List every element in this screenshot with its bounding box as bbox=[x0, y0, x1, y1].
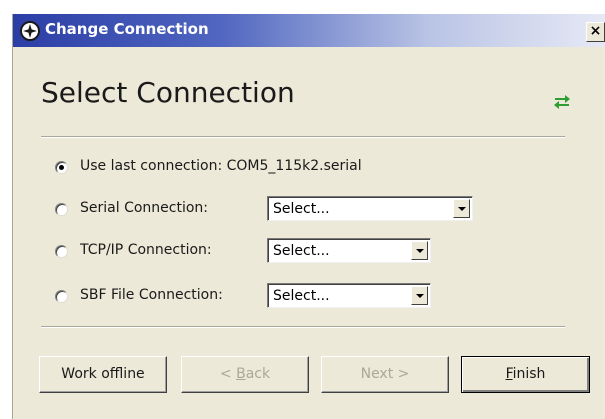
next-label: Next > bbox=[360, 366, 410, 382]
serial-connection-value: Select... bbox=[273, 201, 330, 217]
app-compass-icon bbox=[20, 21, 40, 41]
tcpip-connection-label: TCP/IP Connection: bbox=[80, 242, 212, 258]
sbf-file-connection-radio[interactable] bbox=[55, 290, 68, 303]
back-button[interactable]: < Back bbox=[181, 356, 309, 393]
bottom-separator bbox=[41, 326, 565, 328]
tcpip-connection-radio[interactable] bbox=[55, 245, 68, 258]
chevron-down-icon[interactable] bbox=[411, 286, 428, 305]
work-offline-button[interactable]: Work offline bbox=[39, 356, 167, 393]
serial-connection-select[interactable]: Select... bbox=[267, 196, 473, 221]
back-label-rest: ack bbox=[245, 366, 271, 382]
use-last-connection-radio[interactable] bbox=[55, 161, 68, 174]
next-button[interactable]: Next > bbox=[321, 356, 449, 393]
close-button[interactable]: × bbox=[586, 22, 605, 42]
tcpip-connection-select[interactable]: Select... bbox=[267, 238, 431, 263]
tcpip-connection-value: Select... bbox=[273, 243, 330, 259]
finish-label-rest: inish bbox=[512, 366, 546, 382]
sbf-file-connection-value: Select... bbox=[273, 288, 330, 304]
sbf-file-connection-select[interactable]: Select... bbox=[267, 283, 431, 308]
serial-connection-label: Serial Connection: bbox=[80, 200, 208, 216]
swap-arrows-icon bbox=[554, 95, 570, 109]
top-separator bbox=[41, 136, 565, 138]
back-label-prefix: < bbox=[219, 366, 237, 382]
chevron-down-icon[interactable] bbox=[411, 241, 428, 260]
finish-label-mnemonic: F bbox=[505, 366, 513, 382]
sbf-file-connection-label: SBF File Connection: bbox=[80, 287, 223, 303]
back-label-mnemonic: B bbox=[236, 366, 246, 382]
work-offline-label: Work offline bbox=[61, 366, 145, 382]
title-bar[interactable]: Change Connection bbox=[13, 14, 605, 47]
finish-button[interactable]: Finish bbox=[461, 356, 590, 393]
window-title: Change Connection bbox=[45, 20, 209, 38]
page-title: Select Connection bbox=[41, 76, 295, 109]
serial-connection-radio[interactable] bbox=[55, 203, 68, 216]
use-last-connection-label: Use last connection: COM5_115k2.serial bbox=[80, 158, 362, 174]
chevron-down-icon[interactable] bbox=[453, 199, 470, 218]
